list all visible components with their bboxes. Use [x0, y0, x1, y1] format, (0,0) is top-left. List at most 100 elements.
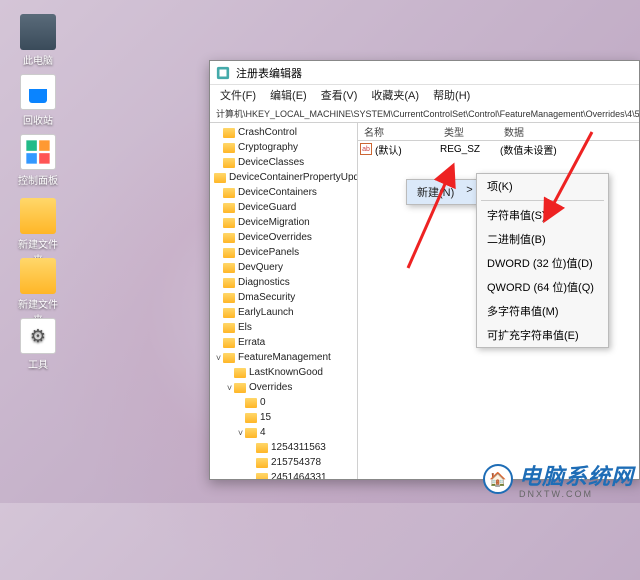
submenu-item-key[interactable]: 项(K)	[477, 174, 608, 198]
menu-view[interactable]: 查看(V)	[319, 86, 360, 104]
tree-node-label: DevQuery	[238, 262, 283, 273]
menu-help[interactable]: 帮助(H)	[431, 86, 472, 104]
tool-icon: ⚙	[20, 318, 56, 354]
folder-icon	[223, 203, 235, 213]
submenu-arrow-icon: >	[466, 184, 472, 200]
desktop-icon-recycle[interactable]: 回收站	[14, 74, 62, 127]
tree-pane[interactable]: CrashControl Cryptography DeviceClasses Dev…	[210, 123, 358, 479]
folder-icon	[223, 323, 235, 333]
value-type: REG_SZ	[440, 144, 500, 155]
col-data[interactable]: 数据	[498, 122, 639, 141]
folder-icon	[223, 233, 235, 243]
folder-icon	[223, 218, 235, 228]
desktop-icon-tool[interactable]: ⚙ 工具	[14, 318, 62, 371]
window-title: 注册表编辑器	[236, 65, 302, 81]
tree-node[interactable]: 2451464331	[210, 470, 357, 479]
submenu-item-expand[interactable]: 可扩充字符串值(E)	[477, 323, 608, 347]
desktop-icon-folder[interactable]: 新建文件夹	[14, 258, 62, 326]
regedit-icon	[216, 66, 230, 80]
submenu-item-string[interactable]: 字符串值(S)	[477, 203, 608, 227]
tree-node-label: DevicePanels	[238, 247, 299, 258]
folder-icon	[245, 413, 257, 423]
tree-node-label: DeviceGuard	[238, 202, 296, 213]
folder-icon	[20, 198, 56, 234]
desktop-icon-label: 此电脑	[14, 52, 62, 67]
tree-node[interactable]: 1254311563	[210, 440, 357, 455]
chevron-down-icon[interactable]: ˅	[236, 428, 245, 438]
tree-node-label: Cryptography	[238, 142, 298, 153]
desktop-icon-folder[interactable]: 新建文件夹	[14, 198, 62, 266]
tree-node[interactable]: ˅ FeatureManagement	[210, 350, 357, 365]
submenu-item-multi[interactable]: 多字符串值(M)	[477, 299, 608, 323]
folder-icon	[234, 383, 246, 393]
folder-icon	[223, 278, 235, 288]
tree-node-label: DeviceClasses	[238, 157, 304, 168]
tree-node[interactable]: Cryptography	[210, 140, 357, 155]
desktop-icon-label: 回收站	[14, 112, 62, 127]
desktop-icon-label: 控制面板	[14, 172, 62, 187]
context-item-label: 新建(N)	[417, 184, 454, 200]
tree-node[interactable]: DeviceContainers	[210, 185, 357, 200]
tree-node[interactable]: Errata	[210, 335, 357, 350]
tree-node-label: 1254311563	[271, 442, 326, 453]
tree-node[interactable]: Diagnostics	[210, 275, 357, 290]
menubar: 文件(F) 编辑(E) 查看(V) 收藏夹(A) 帮助(H)	[210, 85, 639, 105]
tree-node-label: DmaSecurity	[238, 292, 295, 303]
folder-icon	[223, 143, 235, 153]
tree-node-label: 4	[260, 427, 266, 438]
menu-file[interactable]: 文件(F)	[218, 86, 258, 104]
desktop-icon-this-pc[interactable]: 此电脑	[14, 14, 62, 67]
col-type[interactable]: 类型	[438, 122, 498, 141]
chevron-down-icon[interactable]: ˅	[225, 383, 234, 393]
menu-favorites[interactable]: 收藏夹(A)	[369, 86, 421, 104]
value-row-default[interactable]: ab (默认) REG_SZ (数值未设置)	[358, 141, 639, 157]
tree-node[interactable]: DeviceClasses	[210, 155, 357, 170]
tree-node[interactable]: DeviceGuard	[210, 200, 357, 215]
tree-node-label: 0	[260, 397, 266, 408]
tree-node[interactable]: DevQuery	[210, 260, 357, 275]
pc-icon	[20, 14, 56, 50]
tree-node[interactable]: 15	[210, 410, 357, 425]
tree-node-label: Diagnostics	[238, 277, 290, 288]
tree-node-label: DeviceContainerPropertyUpda	[229, 172, 358, 183]
tree-node-label: FeatureManagement	[238, 352, 331, 363]
list-header: 名称 类型 数据	[358, 123, 639, 141]
tree-node-label: DeviceOverrides	[238, 232, 312, 243]
folder-icon	[223, 263, 235, 273]
col-name[interactable]: 名称	[358, 122, 438, 141]
value-data: (数值未设置)	[500, 142, 639, 157]
tree-node[interactable]: 0	[210, 395, 357, 410]
submenu-item-binary[interactable]: 二进制值(B)	[477, 227, 608, 251]
tree-node-label: DeviceMigration	[238, 217, 310, 228]
tree-node-label: Overrides	[249, 382, 292, 393]
tree-node[interactable]: DeviceContainerPropertyUpda	[210, 170, 357, 185]
chevron-down-icon[interactable]: ˅	[214, 353, 223, 363]
folder-icon	[256, 443, 268, 453]
folder-icon	[223, 158, 235, 168]
tree-node[interactable]: Els	[210, 320, 357, 335]
tree-node[interactable]: EarlyLaunch	[210, 305, 357, 320]
address-bar[interactable]: 计算机\HKEY_LOCAL_MACHINE\SYSTEM\CurrentCon…	[210, 105, 639, 123]
tree-node[interactable]: 215754378	[210, 455, 357, 470]
folder-icon	[20, 258, 56, 294]
tree-node-label: Els	[238, 322, 252, 333]
tree-node[interactable]: DmaSecurity	[210, 290, 357, 305]
menu-edit[interactable]: 编辑(E)	[268, 86, 309, 104]
tree-node-label: 215754378	[271, 457, 321, 468]
tree-node[interactable]: CrashControl	[210, 125, 357, 140]
values-pane[interactable]: 名称 类型 数据 ab (默认) REG_SZ (数值未设置) 新建(N) >	[358, 123, 639, 479]
submenu-item-dword[interactable]: DWORD (32 位)值(D)	[477, 251, 608, 275]
tree-node[interactable]: DevicePanels	[210, 245, 357, 260]
tree-node[interactable]: DeviceMigration	[210, 215, 357, 230]
folder-icon	[234, 368, 246, 378]
tree-node[interactable]: LastKnownGood	[210, 365, 357, 380]
submenu-item-qword[interactable]: QWORD (64 位)值(Q)	[477, 275, 608, 299]
tree-node[interactable]: ˅ Overrides	[210, 380, 357, 395]
titlebar[interactable]: 注册表编辑器	[210, 61, 639, 85]
desktop-icon-control-panel[interactable]: 控制面板	[14, 134, 62, 187]
tree-node[interactable]: ˅4	[210, 425, 357, 440]
tree-node-label: DeviceContainers	[238, 187, 317, 198]
tree-node-label: Errata	[238, 337, 265, 348]
folder-icon	[245, 428, 257, 438]
tree-node[interactable]: DeviceOverrides	[210, 230, 357, 245]
